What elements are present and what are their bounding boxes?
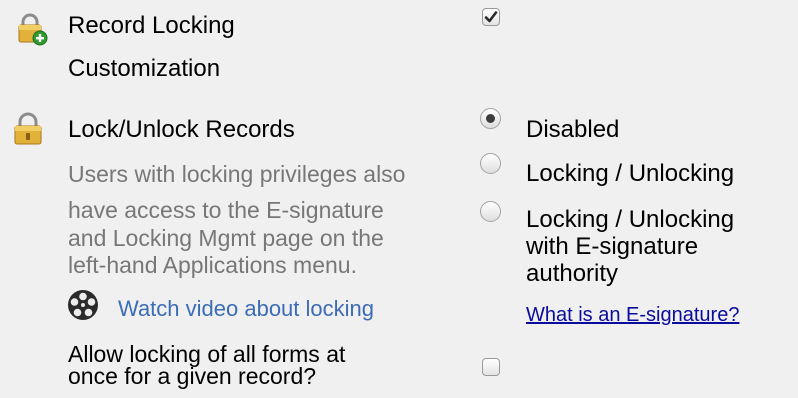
radio-locking-esignature-label-line1[interactable]: Locking / Unlocking — [526, 206, 734, 234]
lock-unlock-records-label: Lock/Unlock Records — [68, 116, 295, 143]
lock-icon — [12, 112, 44, 151]
allow-locking-label-line2: once for a given record? — [68, 363, 317, 389]
what-is-esignature-link[interactable]: What is an E-signature? — [526, 303, 739, 327]
record-locking-customization-label-line1: Record Locking — [68, 12, 235, 39]
radio-locking-esignature-label-line3[interactable]: authority — [526, 260, 618, 288]
project-setup-locking-panel: Record Locking Customization Lock/Unlock… — [0, 0, 798, 398]
film-reel-icon[interactable] — [66, 288, 100, 327]
radio-locking-unlocking-label[interactable]: Locking / Unlocking — [526, 160, 734, 188]
radio-locking-esignature-label-line2[interactable]: with E-signature — [526, 233, 698, 261]
radio-locking-esignature[interactable] — [480, 201, 501, 222]
checkmark-icon — [484, 11, 498, 23]
radio-locking-unlocking[interactable] — [480, 153, 501, 174]
lock-unlock-description-line2: have access to the E-signature — [68, 197, 384, 223]
radio-disabled-label[interactable]: Disabled — [526, 116, 619, 144]
lock-add-icon — [14, 12, 48, 51]
lock-unlock-description-line1: Users with locking privileges also — [68, 161, 406, 187]
radio-disabled[interactable] — [480, 108, 501, 129]
lock-unlock-description-line3: and Locking Mgmt page on the — [68, 225, 384, 251]
allow-locking-checkbox[interactable] — [482, 358, 500, 376]
record-locking-customization-checkbox[interactable] — [482, 8, 500, 26]
radio-selected-dot — [486, 114, 495, 123]
watch-video-link[interactable]: Watch video about locking — [118, 296, 374, 322]
lock-unlock-description-line4: left-hand Applications menu. — [68, 252, 357, 278]
record-locking-customization-label-line2: Customization — [68, 55, 221, 82]
